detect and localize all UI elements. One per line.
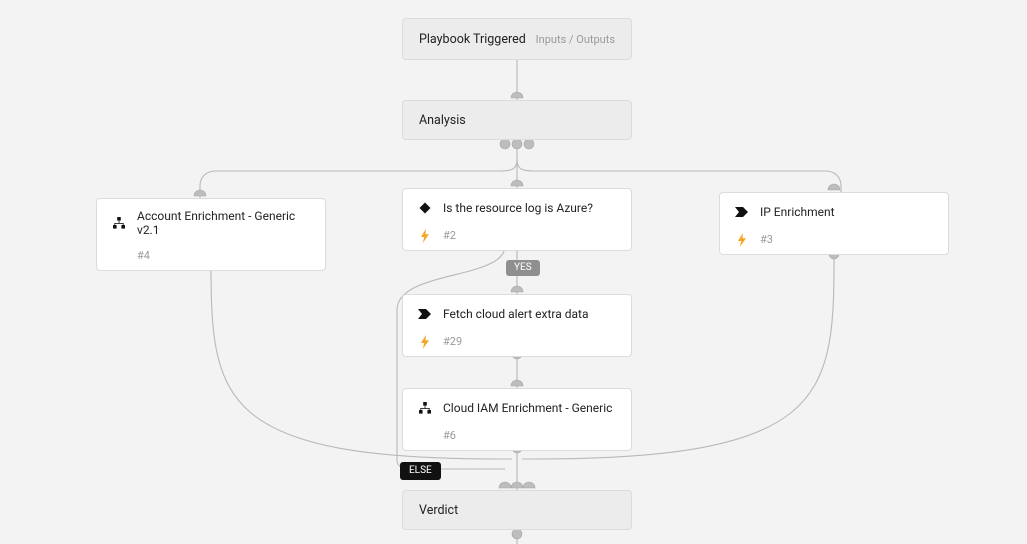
task-icon (417, 306, 433, 322)
node-cloud-iam-enrichment[interactable]: Cloud IAM Enrichment - Generic #6 (402, 388, 632, 451)
node-title: Verdict (419, 503, 458, 518)
io-link[interactable]: Inputs / Outputs (536, 33, 615, 46)
node-index: #29 (443, 335, 462, 348)
node-index: #3 (760, 233, 773, 246)
node-index: #6 (443, 429, 456, 442)
node-title: Analysis (419, 113, 466, 128)
subplaybook-icon (417, 400, 433, 416)
subplaybook-icon (111, 215, 127, 231)
node-verdict[interactable]: Verdict (402, 490, 632, 530)
node-analysis[interactable]: Analysis (402, 100, 632, 140)
node-is-azure-condition[interactable]: Is the resource log is Azure? #2 (402, 188, 632, 251)
bolt-icon (417, 334, 433, 350)
node-title: Account Enrichment - Generic v2.1 (137, 209, 311, 237)
node-title: IP Enrichment (760, 205, 835, 219)
node-title: Fetch cloud alert extra data (443, 307, 588, 321)
bolt-icon (417, 228, 433, 244)
task-icon (734, 204, 750, 220)
node-title: Is the resource log is Azure? (443, 201, 593, 215)
branch-label-yes: YES (506, 260, 540, 276)
node-fetch-cloud-alert[interactable]: Fetch cloud alert extra data #29 (402, 294, 632, 357)
bolt-icon (734, 232, 750, 248)
branch-label-else: ELSE (400, 462, 441, 480)
node-account-enrichment[interactable]: Account Enrichment - Generic v2.1 #4 (96, 198, 326, 271)
node-title: Cloud IAM Enrichment - Generic (443, 401, 612, 415)
condition-icon (417, 200, 433, 216)
node-index: #4 (137, 249, 150, 262)
node-title: Playbook Triggered (419, 32, 526, 47)
node-playbook-triggered[interactable]: Playbook Triggered Inputs / Outputs (402, 18, 632, 60)
node-ip-enrichment[interactable]: IP Enrichment #3 (719, 192, 949, 255)
node-index: #2 (443, 229, 456, 242)
